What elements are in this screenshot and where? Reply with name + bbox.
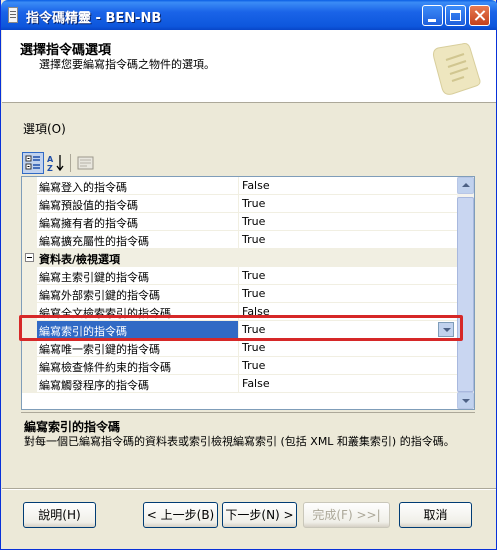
row-gutter: [22, 231, 37, 249]
property-name: 編寫檢查條件約束的指令碼: [39, 361, 171, 374]
minimize-button[interactable]: [422, 5, 443, 26]
scroll-thumb[interactable]: [457, 197, 474, 392]
svg-text:A: A: [47, 155, 54, 164]
property-value[interactable]: True: [238, 339, 457, 357]
bottom-divider: [2, 488, 496, 490]
property-name: 編寫唯一索引鍵的指令碼: [39, 343, 160, 356]
category-row[interactable]: 資料表/檢視選項: [22, 249, 457, 267]
svg-text:Z: Z: [47, 164, 53, 173]
toolbar-separator: [70, 154, 71, 172]
property-row[interactable]: 編寫檢查條件約束的指令碼 True: [22, 357, 457, 375]
property-name: 編寫觸發程序的指令碼: [39, 379, 149, 392]
property-pages-icon: [77, 156, 94, 170]
cancel-button[interactable]: 取消: [399, 502, 472, 528]
maximize-button[interactable]: [445, 5, 466, 26]
categorized-icon: [25, 155, 40, 170]
scroll-down-button[interactable]: [457, 392, 474, 409]
help-button[interactable]: 說明(H): [23, 502, 96, 528]
options-label: 選項(O): [23, 122, 66, 136]
property-name: 編寫登入的指令碼: [39, 181, 127, 194]
property-value-text: False: [242, 377, 270, 390]
app-icon: [8, 7, 18, 23]
property-row[interactable]: 編寫唯一索引鍵的指令碼 True: [22, 339, 457, 357]
property-pages-button[interactable]: [75, 152, 97, 174]
scroll-icon: [433, 43, 481, 95]
property-name: 編寫擁有者的指令碼: [39, 217, 138, 230]
property-value-text: False: [242, 179, 270, 192]
finish-button[interactable]: 完成(F) >>|: [303, 502, 390, 528]
page-description: 選擇您要編寫指令碼之物件的選項。: [39, 58, 215, 71]
alphabetical-button[interactable]: A Z: [45, 152, 67, 174]
property-value[interactable]: True: [238, 231, 457, 249]
vertical-scrollbar[interactable]: [457, 177, 474, 409]
title-bar: 指令碼精靈 - BEN-NB: [1, 0, 497, 30]
row-gutter: [22, 285, 37, 303]
property-value-text: True: [242, 233, 266, 246]
row-gutter: [22, 195, 37, 213]
close-button[interactable]: [469, 5, 490, 26]
property-grid: 編寫登入的指令碼 False 編寫預設值的指令碼 True 編寫擁有者的指令碼 True 編…: [21, 176, 475, 410]
property-value-text: True: [242, 341, 266, 354]
wizard-header: 選擇指令碼選項 選擇您要編寫指令碼之物件的選項。: [2, 30, 496, 103]
property-row[interactable]: 編寫外部索引鍵的指令碼 True: [22, 285, 457, 303]
property-name: 編寫外部索引鍵的指令碼: [39, 289, 160, 302]
categorized-button[interactable]: [22, 152, 44, 174]
property-value-text: True: [242, 197, 266, 210]
wizard-window: 指令碼精靈 - BEN-NB 選擇指令碼選項 選擇您要編寫指令碼之物件的選項。 …: [0, 0, 497, 550]
collapse-toggle-icon[interactable]: [25, 253, 34, 262]
property-row[interactable]: 編寫擴充屬性的指令碼 True: [22, 231, 457, 249]
property-name: 編寫預設值的指令碼: [39, 199, 138, 212]
description-title: 編寫索引的指令碼: [24, 420, 121, 434]
property-toolbar: A Z: [21, 152, 466, 176]
property-value[interactable]: True: [238, 213, 457, 231]
property-value-text: True: [242, 269, 266, 282]
property-value-text: True: [242, 215, 266, 228]
row-gutter: [22, 267, 37, 285]
property-row[interactable]: 編寫擁有者的指令碼 True: [22, 213, 457, 231]
row-gutter: [22, 357, 37, 375]
row-gutter: [22, 375, 37, 393]
property-value[interactable]: False: [238, 375, 457, 393]
next-button[interactable]: 下一步(N) >: [222, 502, 297, 528]
sort-az-icon: A Z: [47, 155, 64, 173]
back-button[interactable]: < 上一步(B): [143, 502, 218, 528]
property-name: 編寫擴充屬性的指令碼: [39, 235, 149, 248]
property-rows: 編寫登入的指令碼 False 編寫預設值的指令碼 True 編寫擁有者的指令碼 True 編…: [22, 177, 457, 393]
property-name: 編寫主索引鍵的指令碼: [39, 271, 149, 284]
property-value[interactable]: True: [238, 357, 457, 375]
property-value[interactable]: True: [238, 195, 457, 213]
property-value-text: True: [242, 287, 266, 300]
highlight-box: [19, 315, 463, 341]
description-panel: 編寫索引的指令碼 對每一個已編寫指令碼的資料表或索引檢視編寫索引 (包括 XML…: [21, 412, 475, 476]
property-row[interactable]: 編寫觸發程序的指令碼 False: [22, 375, 457, 393]
category-label: 資料表/檢視選項: [39, 253, 121, 266]
property-value-text: True: [242, 359, 266, 372]
row-gutter: [22, 177, 37, 195]
property-row[interactable]: 編寫登入的指令碼 False: [22, 177, 457, 195]
row-gutter: [22, 213, 37, 231]
row-gutter: [22, 339, 37, 357]
property-value[interactable]: True: [238, 267, 457, 285]
description-text: 對每一個已編寫指令碼的資料表或索引檢視編寫索引 (包括 XML 和叢集索引) 的…: [24, 435, 455, 448]
scroll-up-button[interactable]: [457, 177, 474, 194]
property-value[interactable]: False: [238, 177, 457, 195]
property-row[interactable]: 編寫主索引鍵的指令碼 True: [22, 267, 457, 285]
window-title: 指令碼精靈 - BEN-NB: [26, 11, 162, 26]
property-value[interactable]: True: [238, 285, 457, 303]
property-row[interactable]: 編寫預設值的指令碼 True: [22, 195, 457, 213]
